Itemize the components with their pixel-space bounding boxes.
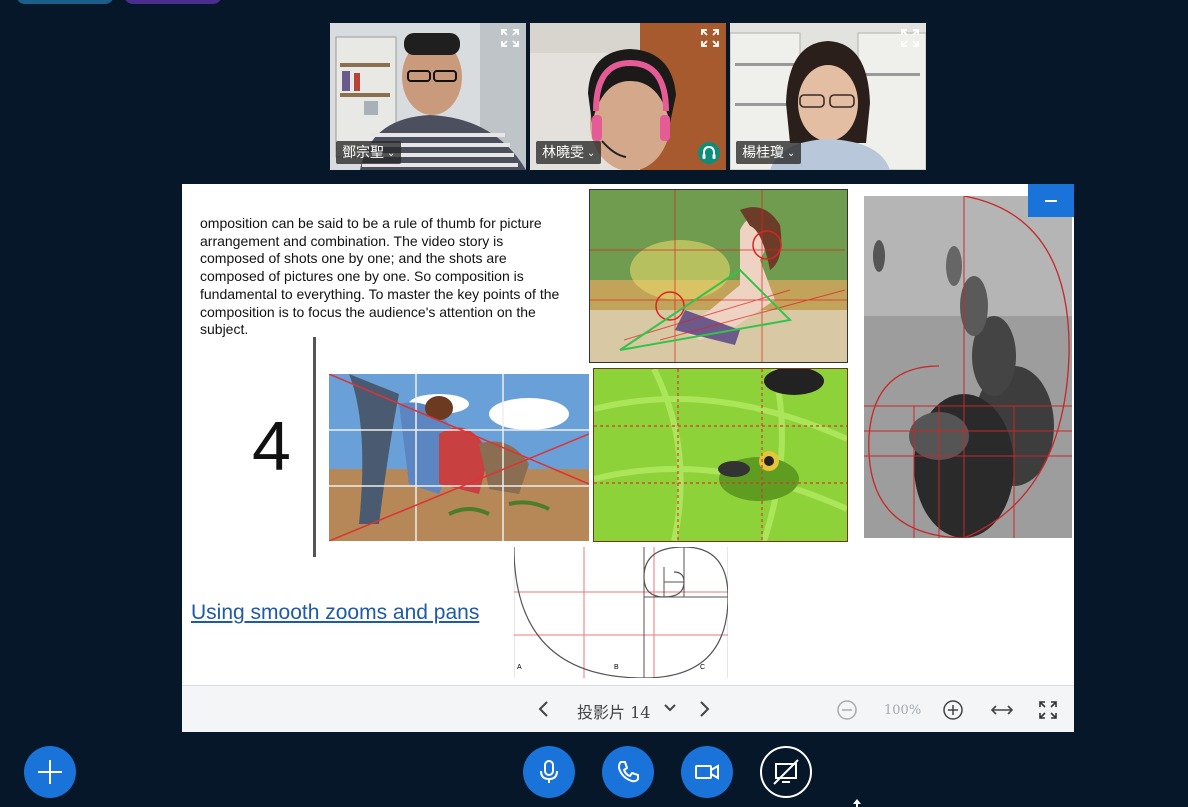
slide-section-number: 4 — [252, 407, 291, 485]
diagram-label-b: B — [614, 664, 619, 671]
chevron-left-icon[interactable] — [534, 698, 554, 720]
presentation-slide[interactable]: omposition can be said to be a rule of t… — [182, 184, 1074, 685]
top-tab-1[interactable] — [16, 0, 114, 4]
add-action-button[interactable] — [24, 746, 76, 798]
slide-body-text: omposition can be said to be a rule of t… — [200, 215, 560, 338]
chevron-down-icon[interactable] — [662, 700, 678, 716]
top-tab-2[interactable] — [124, 0, 222, 4]
camera-button[interactable] — [681, 746, 733, 798]
presentation-toolbar: 投影片 14 100% — [182, 685, 1074, 732]
screen-share-button[interactable] — [760, 746, 812, 798]
leave-call-button[interactable] — [602, 746, 654, 798]
chevron-down-icon: ⌄ — [787, 147, 796, 159]
video-camera-icon — [695, 764, 719, 780]
mouse-cursor-icon — [853, 799, 861, 807]
slide-photo-girl — [589, 189, 848, 363]
zoom-out-icon[interactable] — [836, 699, 858, 721]
chevron-right-icon[interactable] — [694, 698, 714, 720]
participant-name: 林曉雯 — [542, 144, 584, 160]
chevron-down-icon: ⌄ — [387, 147, 396, 159]
participant-name-tag[interactable]: 林曉雯 ⌄ — [536, 141, 602, 164]
expand-icon[interactable] — [899, 27, 921, 49]
zoom-in-icon[interactable] — [942, 699, 964, 721]
diagram-label-c: C — [700, 664, 705, 671]
expand-icon[interactable] — [499, 27, 521, 49]
slide-photo-children — [864, 196, 1072, 538]
minimize-presentation-button[interactable] — [1028, 184, 1074, 217]
slide-photo-frog — [593, 368, 848, 542]
participant-name-tag[interactable]: 鄧宗聖 ⌄ — [336, 141, 402, 164]
screen-share-off-icon — [773, 759, 799, 785]
expand-icon[interactable] — [699, 27, 721, 49]
participant-name-tag[interactable]: 楊桂瓊 ⌄ — [736, 141, 802, 164]
slide-link[interactable]: Using smooth zooms and pans — [191, 601, 479, 625]
participant-name: 楊桂瓊 — [742, 144, 784, 160]
participant-tile-1[interactable]: 鄧宗聖 ⌄ — [330, 23, 526, 170]
phone-icon — [618, 761, 639, 783]
diagram-label-a: A — [517, 664, 522, 671]
slide-spiral-diagram: A B C — [514, 547, 728, 678]
participant-tile-3[interactable]: 楊桂瓊 ⌄ — [730, 23, 926, 170]
microphone-button[interactable] — [523, 746, 575, 798]
fit-width-icon[interactable] — [990, 701, 1014, 719]
slide-number-label[interactable]: 投影片 14 — [577, 699, 650, 723]
fullscreen-icon[interactable] — [1037, 699, 1059, 721]
headset-icon — [698, 142, 720, 164]
slide-divider — [313, 337, 316, 557]
participant-tile-2[interactable]: 林曉雯 ⌄ — [530, 23, 726, 170]
zoom-level: 100% — [884, 703, 922, 718]
chevron-down-icon: ⌄ — [587, 147, 596, 159]
slide-photo-farmers — [329, 374, 589, 541]
microphone-icon — [540, 760, 558, 783]
participant-name: 鄧宗聖 — [342, 144, 384, 160]
